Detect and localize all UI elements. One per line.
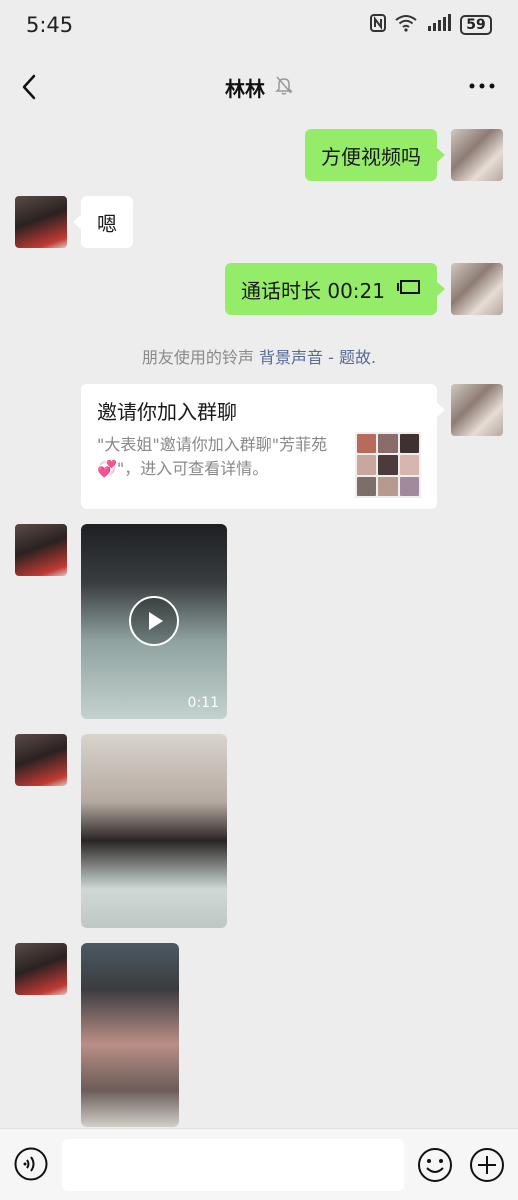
video-message[interactable]: 0:11 <box>81 524 227 719</box>
message-input[interactable] <box>62 1139 404 1191</box>
back-button[interactable] <box>18 72 42 102</box>
ringtone-notice: 朋友使用的铃声 背景声音 - 题故. <box>0 344 518 368</box>
plus-icon <box>470 1148 504 1182</box>
message-text: 方便视频吗 <box>321 144 421 169</box>
call-record-bubble[interactable]: 通话时长 00:21 <box>225 263 445 315</box>
emoji-button[interactable] <box>417 1147 453 1183</box>
group-invite-card[interactable]: 邀请你加入群聊 "大表姐"邀请你加入群聊"芳菲苑💞"，进入可查看详情。 <box>81 384 445 509</box>
title-group: 林林 <box>225 73 293 102</box>
chat-header: 林林 <box>0 50 518 124</box>
call-duration-text: 通话时长 00:21 <box>241 278 385 303</box>
bell-off-icon <box>275 75 293 99</box>
avatar-self[interactable] <box>451 384 503 436</box>
message-text: 嗯 <box>97 211 117 236</box>
input-bar <box>0 1128 518 1200</box>
message-bubble-self[interactable]: 方便视频吗 <box>305 129 445 181</box>
play-button[interactable] <box>129 596 179 646</box>
image-message[interactable] <box>81 734 227 928</box>
wifi-icon <box>394 14 418 36</box>
avatar-contact[interactable] <box>15 524 67 576</box>
avatar-contact[interactable] <box>15 943 67 995</box>
nfc-icon <box>370 14 386 36</box>
video-duration: 0:11 <box>187 695 219 711</box>
more-button[interactable] <box>468 76 496 96</box>
signal-icon <box>426 14 452 36</box>
avatar-contact[interactable] <box>15 196 67 248</box>
chevron-left-icon <box>22 74 36 100</box>
more-dots-icon <box>469 83 495 89</box>
message-bubble-contact[interactable]: 嗯 <box>73 196 133 248</box>
status-time: 5:45 <box>26 13 74 37</box>
ringtone-link[interactable]: 背景声音 - 题故. <box>259 348 376 367</box>
status-bar: 5:45 59 <box>0 0 518 50</box>
play-icon <box>149 612 163 630</box>
avatar-self[interactable] <box>451 129 503 181</box>
invite-title: 邀请你加入群聊 <box>97 400 237 424</box>
avatar-contact[interactable] <box>15 734 67 786</box>
voice-icon <box>14 1147 48 1181</box>
emoji-icon <box>418 1148 452 1182</box>
image-message[interactable] <box>81 943 179 1127</box>
plus-button[interactable] <box>469 1147 505 1183</box>
avatar-self[interactable] <box>451 263 503 315</box>
status-icons: 59 <box>370 14 492 36</box>
call-icon <box>397 277 421 301</box>
ringtone-notice-text: 朋友使用的铃声 <box>141 348 260 367</box>
invite-description: "大表姐"邀请你加入群聊"芳菲苑💞"，进入可查看详情。 <box>97 435 328 478</box>
chat-title: 林林 <box>225 76 265 101</box>
battery-indicator: 59 <box>460 15 492 35</box>
group-avatar-grid <box>355 432 421 498</box>
voice-button[interactable] <box>14 1147 48 1181</box>
